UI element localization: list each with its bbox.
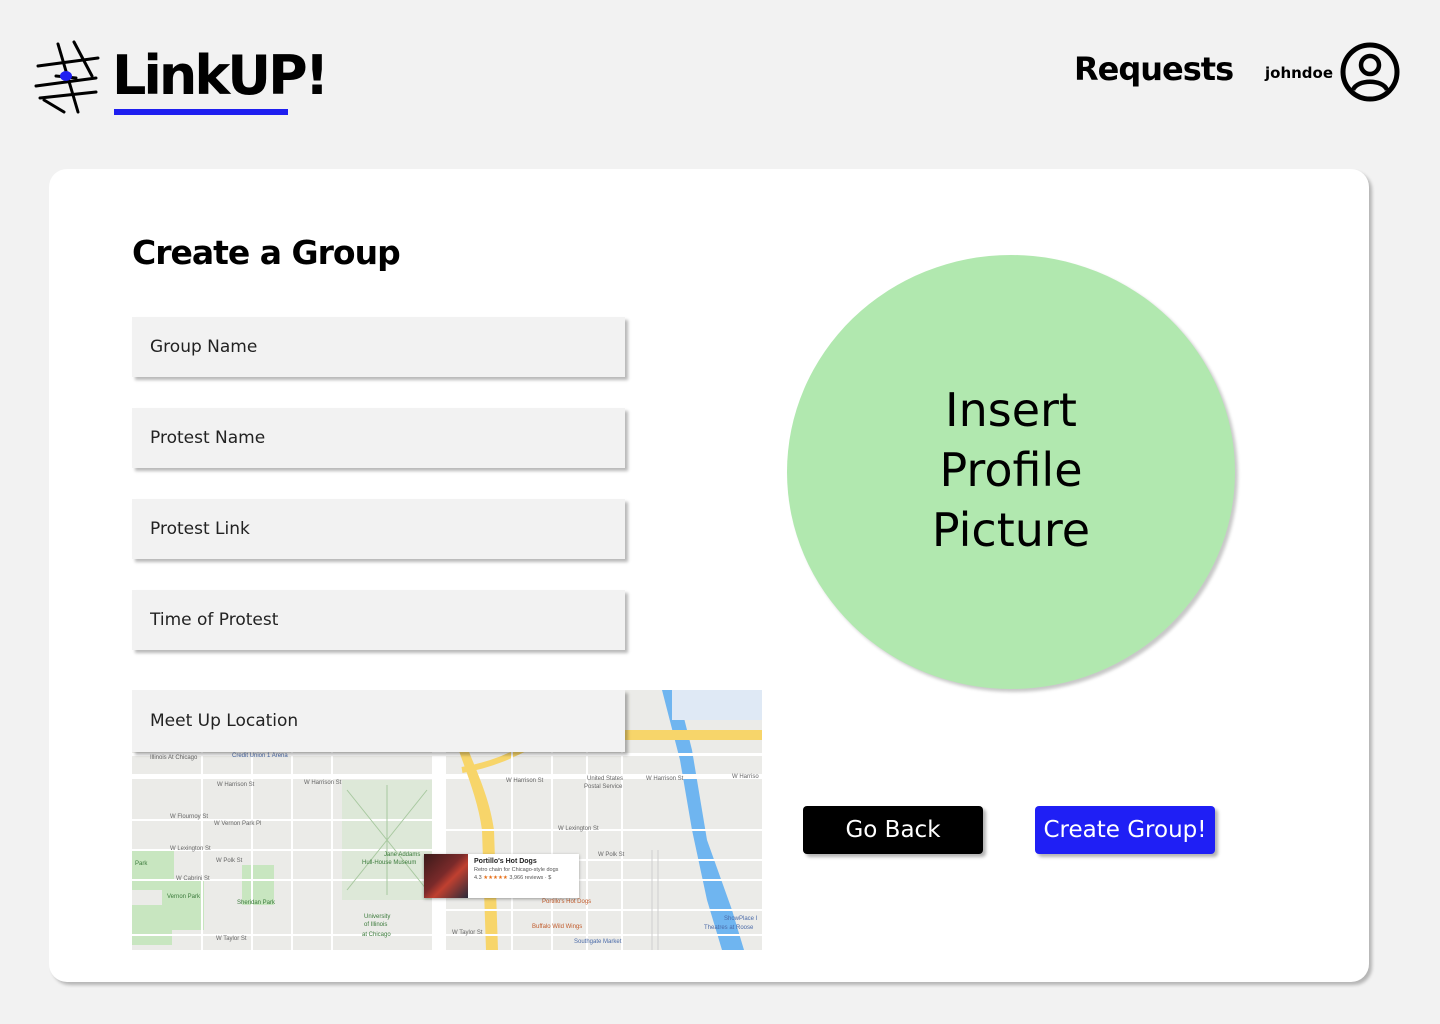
group-name-input[interactable] bbox=[132, 317, 625, 377]
protest-name-input[interactable] bbox=[132, 408, 625, 468]
meet-up-location-input[interactable] bbox=[132, 690, 625, 752]
map-label: University bbox=[364, 914, 391, 920]
nav-requests-link[interactable]: Requests bbox=[1074, 50, 1234, 88]
place-rating-value: 4.3 bbox=[474, 875, 482, 881]
map-place-card[interactable]: Portillo's Hot Dogs Retro chain for Chic… bbox=[424, 854, 579, 898]
place-thumbnail bbox=[424, 854, 468, 898]
map-label: W Harrison St bbox=[217, 782, 255, 788]
page-title: Create a Group bbox=[132, 233, 401, 272]
map-poi-label[interactable]: ShowPlace I bbox=[724, 916, 757, 922]
map-label: W Taylor St bbox=[452, 930, 483, 936]
create-group-button[interactable]: Create Group! bbox=[1035, 806, 1215, 854]
go-back-button[interactable]: Go Back bbox=[803, 806, 983, 854]
map-label: W Harrison St bbox=[646, 776, 684, 782]
map-label: W Polk St bbox=[216, 858, 243, 864]
logo[interactable]: LinkUP! bbox=[34, 40, 329, 116]
map-label: W Harrison St bbox=[506, 778, 544, 784]
place-rating: 4.3 ★★★★★ 3,966 reviews · $ bbox=[474, 875, 558, 881]
map-label: Hull-House Museum bbox=[362, 860, 417, 866]
map-label: W Flournoy St bbox=[170, 814, 209, 820]
map-label: Illinois At Chicago bbox=[150, 755, 198, 761]
profile-picture-upload[interactable]: Insert Profile Picture bbox=[787, 255, 1235, 689]
map-poi-label[interactable]: Buffalo Wild Wings bbox=[532, 924, 582, 930]
map-label: W Harriso bbox=[732, 774, 759, 780]
place-description: Retro chain for Chicago-style dogs bbox=[474, 867, 559, 873]
profile-picture-label: Insert Profile Picture bbox=[931, 383, 1091, 557]
map-poi-label[interactable]: Theatres at Roose bbox=[704, 925, 753, 931]
place-name: Portillo's Hot Dogs bbox=[474, 858, 537, 865]
map-label: Credit Union 1 Arena bbox=[232, 753, 288, 759]
map-poi-label[interactable]: Southgate Market bbox=[574, 939, 621, 945]
logo-icon bbox=[34, 40, 100, 114]
map-label: United States bbox=[587, 776, 624, 782]
map-label: W Harrison St bbox=[304, 780, 342, 786]
time-of-protest-input[interactable] bbox=[132, 590, 625, 650]
map-label: W Lexington St bbox=[170, 846, 211, 852]
logo-underline bbox=[114, 109, 288, 115]
map-label: Postal Service bbox=[584, 784, 623, 790]
map-label: W Polk St bbox=[598, 852, 625, 858]
map-label: Jane Addams bbox=[384, 852, 421, 858]
username: johndoe bbox=[1265, 64, 1334, 82]
map-label: at Chicago bbox=[362, 932, 391, 938]
logo-text: LinkUP! bbox=[112, 44, 329, 107]
star-rating-icon: ★★★★★ bbox=[483, 875, 508, 881]
map-poi-label[interactable]: Portillo's Hot Dogs bbox=[542, 899, 591, 905]
user-avatar-icon[interactable] bbox=[1340, 42, 1400, 102]
map-label: W Lexington St bbox=[558, 826, 599, 832]
place-reviews: 3,966 reviews · $ bbox=[509, 875, 552, 881]
map-label: W Cabrini St bbox=[176, 876, 210, 882]
map-label: Sheridan Park bbox=[237, 900, 276, 906]
place-info: Portillo's Hot Dogs Retro chain for Chic… bbox=[468, 854, 558, 898]
map-label: of Illinois bbox=[364, 922, 388, 928]
create-group-card: Create a Group Group Name Protest Name P… bbox=[49, 169, 1369, 982]
map-label: Vernon Park bbox=[167, 894, 201, 900]
map-label: W Vernon Park Pl bbox=[214, 821, 262, 827]
protest-link-input[interactable] bbox=[132, 499, 625, 559]
map-label: Park bbox=[135, 861, 148, 867]
location-map[interactable]: Illinois At Chicago Credit Union 1 Arena… bbox=[132, 690, 762, 950]
map-label: W Taylor St bbox=[216, 936, 247, 942]
logo-wordmark: LinkUP! bbox=[112, 44, 329, 115]
